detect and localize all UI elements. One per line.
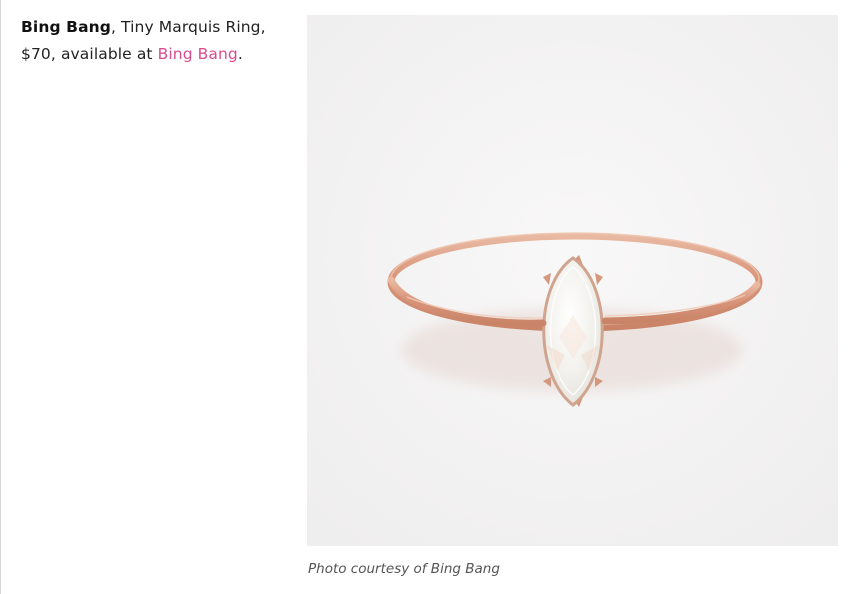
photo-credit: Photo courtesy of Bing Bang [308,561,500,577]
price-text: $70, available at [21,45,153,63]
left-border [0,0,1,594]
product-description: , Tiny Marquis Ring, [110,18,266,36]
store-link[interactable]: Bing Bang [158,45,238,63]
trailing-period: . [237,45,243,63]
product-caption: Bing Bang, Tiny Marquis Ring, $70, avail… [21,14,291,68]
product-photo [307,15,838,546]
ring-illustration [307,15,838,546]
brand-name: Bing Bang [21,18,111,36]
